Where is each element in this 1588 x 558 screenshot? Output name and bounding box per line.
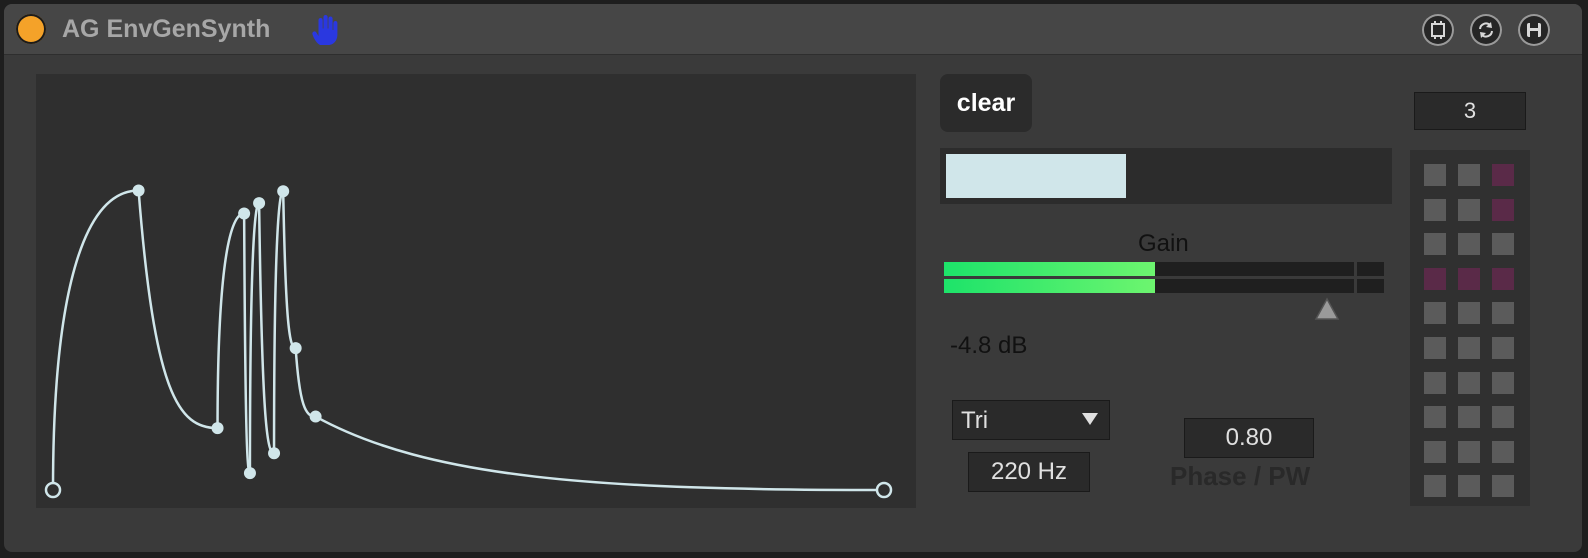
horizontal-slider[interactable] — [940, 148, 1392, 204]
chevron-down-icon — [1082, 413, 1098, 425]
matrix-cell[interactable] — [1424, 337, 1446, 359]
envelope-breakpoint[interactable] — [243, 467, 256, 480]
presentation-toggle-button[interactable] — [1422, 14, 1454, 46]
gain-meter-right[interactable] — [944, 279, 1384, 293]
title-bar: AG EnvGenSynth — [4, 4, 1582, 55]
matrix-cell[interactable] — [1458, 371, 1480, 394]
envelope-breakpoint[interactable] — [289, 342, 302, 355]
save-icon — [1527, 23, 1541, 37]
phase-number-box[interactable]: 0.80 — [1184, 418, 1314, 458]
matrix-cell[interactable] — [1458, 475, 1480, 498]
envelope-breakpoint[interactable] — [238, 207, 251, 220]
envelope-graph[interactable] — [36, 74, 916, 508]
gain-slider-handle[interactable] — [1314, 297, 1340, 321]
meter-tick — [1354, 279, 1357, 293]
refresh-button[interactable] — [1470, 14, 1502, 46]
matrix-cell[interactable] — [1424, 267, 1446, 290]
clear-button[interactable]: clear — [940, 74, 1032, 132]
matrix-cell[interactable] — [1424, 371, 1446, 394]
refresh-icon — [1479, 22, 1493, 38]
matrix-cell[interactable] — [1424, 233, 1446, 256]
device-power-button[interactable] — [16, 14, 46, 44]
save-button[interactable] — [1518, 14, 1550, 46]
matrix-cell[interactable] — [1492, 267, 1514, 290]
phase-label: Phase / PW — [1170, 461, 1311, 491]
envelope-breakpoint[interactable] — [309, 410, 322, 423]
matrix-cell[interactable] — [1492, 233, 1514, 256]
matrix-cell[interactable] — [1424, 198, 1446, 221]
matrix-cell[interactable] — [1492, 371, 1514, 394]
gain-label: Gain — [1138, 230, 1189, 257]
meter-tick — [1354, 262, 1357, 276]
device-panel: AG EnvGenSynth clear Gain -4.8 dB Tri 22… — [4, 4, 1582, 552]
envelope-breakpoint[interactable] — [44, 481, 62, 499]
freeze-icon — [1431, 21, 1445, 39]
matrix-cell[interactable] — [1424, 440, 1446, 463]
hand-icon — [312, 15, 338, 45]
matrix-cell[interactable] — [1458, 406, 1480, 429]
matrix-cell[interactable] — [1458, 164, 1480, 186]
matrix-cell[interactable] — [1492, 164, 1514, 186]
matrix-cell[interactable] — [1458, 302, 1480, 325]
meter-fill-left — [944, 262, 1156, 276]
envelope-curve — [51, 189, 885, 492]
gain-meter-left[interactable] — [944, 262, 1384, 276]
waveform-dropdown[interactable]: Tri — [952, 400, 1110, 440]
matrix-cell[interactable] — [1492, 406, 1514, 429]
envelope-breakpoint[interactable] — [253, 197, 266, 210]
envelope-breakpoint[interactable] — [277, 185, 290, 198]
matrix-cell[interactable] — [1492, 198, 1514, 221]
matrix-cell[interactable] — [1458, 337, 1480, 359]
device-title: AG EnvGenSynth — [62, 15, 271, 43]
matrix-cell[interactable] — [1492, 440, 1514, 463]
matrix-cell[interactable] — [1492, 302, 1514, 325]
preset-number-box[interactable]: 3 — [1414, 92, 1526, 130]
matrix-cell[interactable] — [1492, 475, 1514, 498]
matrix-cell[interactable] — [1492, 337, 1514, 359]
matrix-cell[interactable] — [1424, 475, 1446, 498]
matrix-cell[interactable] — [1424, 302, 1446, 325]
envelope-breakpoint[interactable] — [268, 447, 281, 460]
preset-matrix[interactable] — [1410, 150, 1530, 506]
matrix-cell[interactable] — [1458, 440, 1480, 463]
envelope-breakpoint[interactable] — [211, 422, 224, 435]
waveform-value: Tri — [961, 407, 989, 434]
envelope-breakpoint[interactable] — [132, 184, 145, 197]
envelope-editor[interactable] — [36, 74, 916, 508]
slider-fill — [946, 154, 1127, 198]
gain-db-readout: -4.8 dB — [950, 332, 1028, 359]
meter-fill-right — [944, 279, 1156, 293]
matrix-cell[interactable] — [1458, 198, 1480, 221]
matrix-cell[interactable] — [1424, 406, 1446, 429]
matrix-cell[interactable] — [1458, 233, 1480, 256]
envelope-breakpoint[interactable] — [875, 481, 893, 499]
matrix-cell[interactable] — [1424, 164, 1446, 186]
frequency-number-box[interactable]: 220 Hz — [968, 452, 1090, 492]
matrix-cell[interactable] — [1458, 267, 1480, 290]
